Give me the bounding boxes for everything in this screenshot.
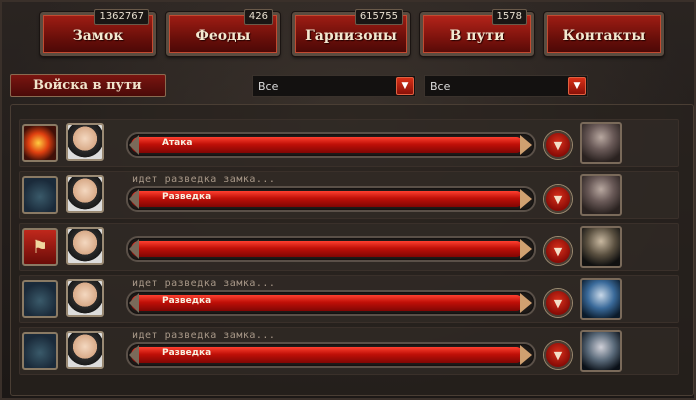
mission-label: Разведка [162, 192, 212, 202]
tab-garrisons[interactable]: Гарнизоны 615755 [291, 9, 411, 57]
chevron-down-icon: ▼ [553, 296, 563, 310]
select-value: Все [258, 79, 279, 93]
tab-label: Гарнизоны [305, 28, 397, 44]
bar-cap-right [520, 135, 532, 155]
bar-cap-right [520, 345, 532, 365]
mission-label: Разведка [162, 348, 212, 358]
hooded-scout-icon [22, 176, 58, 214]
tab-in-transit[interactable]: В пути 1578 [419, 9, 535, 57]
progress-fill [131, 241, 524, 257]
status-text: идет разведка замка... [132, 174, 276, 185]
progress-bar: Разведка [126, 186, 536, 212]
tab-count-badge: 1362767 [94, 9, 149, 25]
mission-label: Атака [162, 138, 193, 148]
target-portrait[interactable] [580, 122, 622, 164]
tab-label: В пути [449, 28, 505, 44]
filter-select-2[interactable]: Все ▼ [424, 75, 588, 97]
chevron-down-icon: ▼ [553, 192, 563, 206]
tab-count-badge: 1578 [491, 9, 527, 25]
status-text: идет разведка замка... [132, 278, 276, 289]
fireball-icon [22, 124, 58, 162]
select-value: Все [430, 79, 451, 93]
chevron-down-icon: ▼ [553, 348, 563, 362]
progress-bar: Разведка [126, 290, 536, 316]
tab-castle[interactable]: Замок 1362767 [39, 9, 157, 57]
hooded-scout-icon [22, 280, 58, 318]
list-item: Атака ▼ [19, 119, 679, 167]
target-portrait[interactable] [580, 278, 622, 320]
list-item: идет разведка замка... Разведка ▼ [19, 327, 679, 375]
tab-count-badge: 615755 [354, 9, 403, 25]
progress-bar [126, 236, 536, 262]
expand-button[interactable]: ▼ [544, 237, 572, 265]
target-portrait[interactable] [580, 174, 622, 216]
bar-cap-left [129, 189, 139, 209]
chevron-down-icon: ▼ [553, 138, 563, 152]
section-title: Войска в пути [10, 74, 166, 97]
avatar[interactable] [66, 279, 104, 317]
target-portrait[interactable] [580, 330, 622, 372]
tab-label: Феоды [195, 28, 251, 44]
bar-cap-right [520, 293, 532, 313]
list-item: ⚑ ▼ [19, 223, 679, 271]
list-item: идет разведка замка... Разведка ▼ [19, 171, 679, 219]
filter-row: Войска в пути Все ▼ Все ▼ [8, 72, 688, 98]
mission-label: Разведка [162, 296, 212, 306]
avatar[interactable] [66, 331, 104, 369]
progress-bar: Разведка [126, 342, 536, 368]
tab-contacts[interactable]: Контакты [543, 11, 665, 57]
avatar[interactable] [66, 227, 104, 265]
tab-label: Контакты [562, 28, 646, 44]
bar-cap-left [129, 239, 139, 259]
triangle-down-icon[interactable]: ▼ [568, 77, 586, 95]
status-text: идет разведка замка... [132, 330, 276, 341]
triangle-down-icon[interactable]: ▼ [396, 77, 414, 95]
chevron-down-icon: ▼ [553, 244, 563, 258]
tab-fiefs[interactable]: Феоды 426 [165, 9, 281, 57]
hooded-scout-icon [22, 332, 58, 370]
troops-list: Атака ▼ идет разведка замка... Разведка … [10, 104, 694, 396]
tab-count-badge: 426 [243, 9, 273, 25]
expand-button[interactable]: ▼ [544, 289, 572, 317]
bar-cap-left [129, 293, 139, 313]
expand-button[interactable]: ▼ [544, 131, 572, 159]
bar-cap-right [520, 189, 532, 209]
avatar[interactable] [66, 175, 104, 213]
expand-button[interactable]: ▼ [544, 341, 572, 369]
filter-select-1[interactable]: Все ▼ [252, 75, 416, 97]
tab-label: Замок [72, 28, 124, 44]
troops-panel: Замок 1362767 Феоды 426 Гарнизоны 615755… [0, 0, 696, 400]
bar-cap-right [520, 239, 532, 259]
bar-cap-left [129, 135, 139, 155]
expand-button[interactable]: ▼ [544, 185, 572, 213]
bar-cap-left [129, 345, 139, 365]
avatar[interactable] [66, 123, 104, 161]
progress-bar: Атака [126, 132, 536, 158]
tab-bar: Замок 1362767 Феоды 426 Гарнизоны 615755… [39, 9, 665, 57]
target-portrait[interactable] [580, 226, 622, 268]
banner-icon: ⚑ [22, 228, 58, 266]
list-item: идет разведка замка... Разведка ▼ [19, 275, 679, 323]
